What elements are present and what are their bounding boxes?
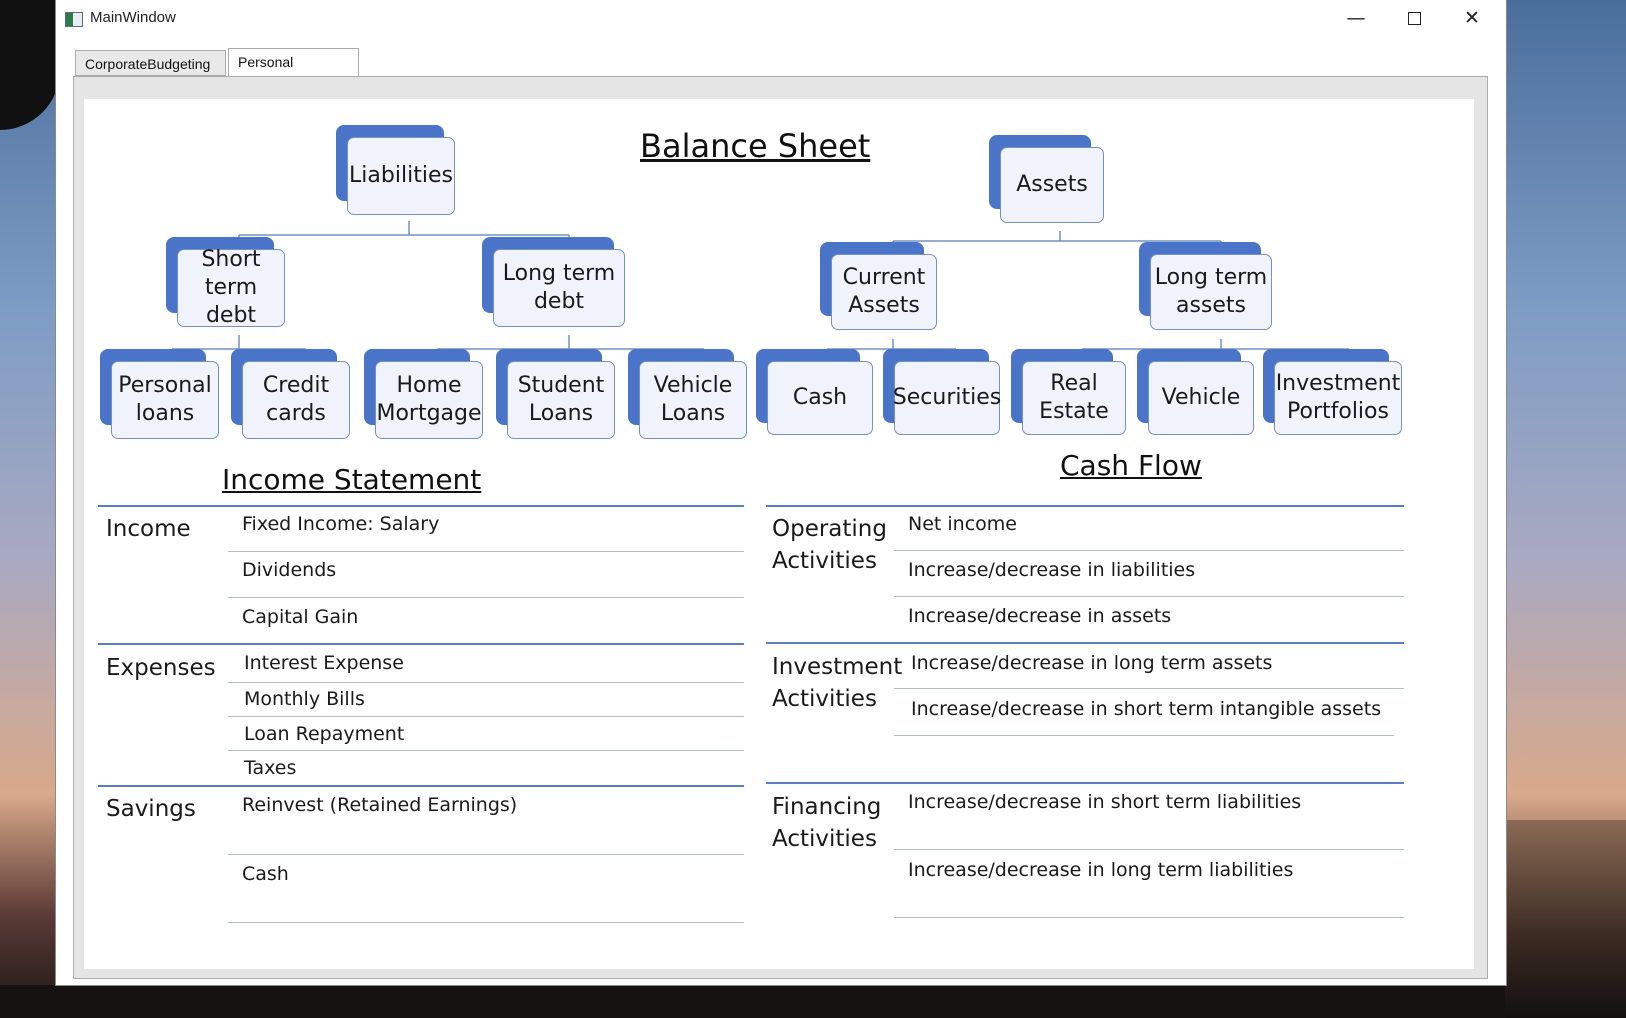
title-bar[interactable]: MainWindow — ✕ (56, 0, 1506, 38)
node-label: Student Loans (507, 361, 615, 439)
maximize-button[interactable] (1385, 0, 1443, 38)
personal-finances-canvas: Balance Sheet Liabilities Short term deb… (84, 99, 1474, 969)
node-label: Vehicle (1148, 361, 1254, 435)
savings-label: Savings (106, 796, 196, 822)
node-label: Real Estate (1022, 361, 1126, 435)
node-label: Personal loans (111, 361, 219, 439)
expense-item: Monthly Bills (244, 688, 365, 710)
window-app-icon (65, 12, 83, 27)
investment-activities-label: Investment Activities (772, 654, 903, 712)
income-statement-title: Income Statement (222, 463, 482, 496)
node-label: Current Assets (831, 254, 937, 330)
tab-corporate-budgeting[interactable]: CorporateBudgeting (75, 50, 226, 76)
cash-flow-item: Increase/decrease in liabilities (908, 559, 1196, 581)
node-label: Vehicle Loans (639, 361, 747, 439)
savings-item: Reinvest (Retained Earnings) (242, 794, 518, 816)
savings-item: Cash (242, 863, 289, 885)
income-item: Capital Gain (242, 606, 359, 628)
window-title: MainWindow (90, 9, 176, 26)
node-label: Long term debt (493, 249, 625, 327)
financing-activities-label: Financing Activities (772, 794, 882, 852)
desktop-background-shape (0, 0, 60, 130)
node-label: Credit cards (242, 361, 350, 439)
cash-flow-item: Increase/decrease in long term liabiliti… (908, 859, 1294, 881)
cash-flow-item: Increase/decrease in short term liabilit… (908, 791, 1302, 813)
cash-flow-title: Cash Flow (1060, 449, 1202, 482)
income-item: Dividends (242, 559, 337, 581)
main-window: MainWindow — ✕ CorporateBudgeting Person… (56, 0, 1506, 985)
income-label: Income (106, 516, 191, 542)
desktop-background-city (0, 985, 1626, 1018)
maximize-icon (1407, 12, 1421, 25)
expense-item: Taxes (244, 757, 297, 779)
node-label: Cash (767, 361, 873, 435)
close-button[interactable]: ✕ (1443, 0, 1501, 38)
node-label: Investment Portfolios (1274, 361, 1402, 435)
cash-flow-item: Increase/decrease in short term intangib… (911, 698, 1382, 720)
close-icon: ✕ (1464, 7, 1480, 29)
balance-sheet-title: Balance Sheet (640, 127, 871, 165)
minimize-button[interactable]: — (1327, 0, 1385, 38)
operating-activities-label: Operating Activities (772, 516, 887, 574)
income-item: Fixed Income: Salary (242, 513, 440, 535)
node-label: Short term debt (177, 247, 285, 328)
cash-flow-item: Net income (908, 513, 1017, 535)
minimize-icon: — (1346, 7, 1366, 29)
node-label: Assets (1000, 147, 1104, 223)
tab-content-panel: Balance Sheet Liabilities Short term deb… (73, 76, 1488, 979)
cash-flow-item: Increase/decrease in assets (908, 605, 1172, 627)
node-label: Long term assets (1150, 254, 1272, 330)
node-label: Home Mortgage (375, 361, 483, 439)
node-label: Liabilities (347, 137, 455, 215)
cash-flow-item: Increase/decrease in long term assets (911, 652, 1273, 674)
expense-item: Loan Repayment (244, 723, 405, 745)
tab-personal-finances[interactable]: Personal Finances (228, 48, 359, 96)
expense-item: Interest Expense (244, 652, 404, 674)
desktop-background-sunset (1505, 820, 1626, 1018)
node-label: Securities (893, 361, 1001, 435)
expenses-label: Expenses (106, 655, 216, 681)
